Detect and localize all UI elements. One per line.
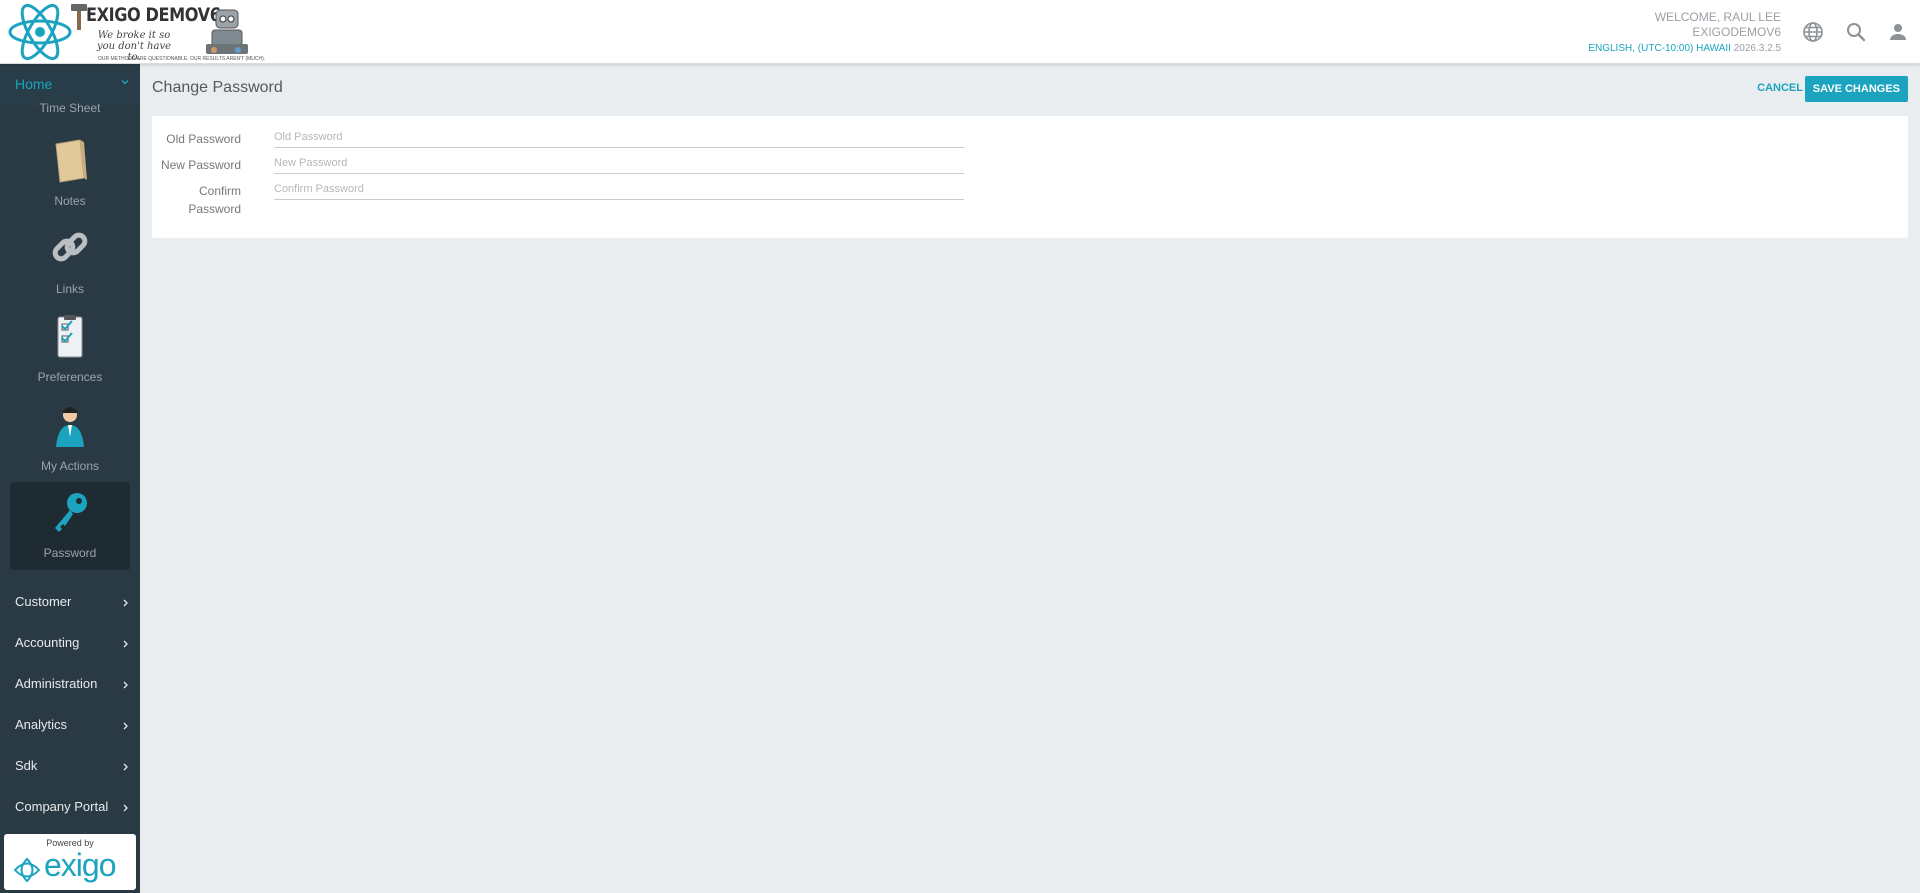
notes-icon (55, 139, 87, 183)
app-tile-label: Password (43, 546, 97, 560)
sidebar-item-analytics[interactable]: Analytics (0, 705, 140, 746)
chevron-down-icon (121, 80, 129, 85)
sidebar-item-customer[interactable]: Customer (0, 582, 140, 623)
new-password-field[interactable] (274, 152, 964, 174)
sidebar-item-sdk[interactable]: Sdk (0, 746, 140, 787)
app-tile-password[interactable]: Password (10, 482, 130, 570)
sidebar-item-company-portal[interactable]: Company Portal (0, 787, 140, 828)
chevron-right-icon (123, 640, 128, 648)
app-tile-links[interactable]: Links (10, 218, 130, 306)
chevron-right-icon (123, 681, 128, 689)
app-tile-label: Preferences (37, 370, 103, 384)
confirm-password-label: Confirm Password (188, 184, 241, 216)
app-tile-notes[interactable]: Notes (10, 130, 130, 218)
old-password-label: Old Password (166, 132, 241, 146)
sidebar-item-label: Accounting (15, 635, 80, 650)
sidebar-item-label: Home (15, 76, 53, 92)
page-title: Change Password (152, 79, 283, 96)
sidebar-item-label: Sdk (15, 758, 38, 773)
main-content: Change Password CANCEL SAVE CHANGES Old … (140, 64, 1920, 893)
locale-text[interactable]: ENGLISH, (UTC-10:00) HAWAII (1588, 43, 1731, 54)
cancel-button[interactable]: CANCEL (1757, 82, 1803, 94)
app-tile-timesheet-label[interactable]: Time Sheet (0, 101, 140, 115)
logo-fine-print: OUR METHODS ARE QUESTIONABLE. OUR RESULT… (98, 56, 266, 62)
sidebar-item-label: Administration (15, 676, 98, 691)
app-tile-my-actions[interactable]: My Actions (10, 395, 130, 483)
new-password-label: New Password (160, 158, 241, 172)
powered-by-badge[interactable]: Powered by exigo (4, 834, 136, 890)
save-changes-button[interactable]: SAVE CHANGES (1804, 76, 1908, 102)
company-logo[interactable]: EXIGO DEMOV6 We broke it so you don't ha… (4, 0, 265, 64)
globe-icon[interactable] (1801, 20, 1825, 44)
user-icon[interactable] (1886, 20, 1910, 44)
sidebar: Home Time Sheet Notes Links Preferences … (0, 64, 140, 893)
app-tile-label: Links (55, 282, 84, 296)
sidebar-item-label: Customer (15, 594, 72, 609)
top-header: EXIGO DEMOV6 We broke it so you don't ha… (0, 0, 1920, 64)
chevron-right-icon (123, 763, 128, 771)
key-icon (55, 493, 87, 532)
old-password-field[interactable] (274, 126, 964, 148)
chevron-right-icon (123, 599, 128, 607)
search-icon[interactable] (1844, 20, 1868, 44)
links-icon (52, 232, 88, 262)
company-name: EXIGODEMOV6 (1692, 25, 1781, 39)
exigo-wordmark: exigo (44, 847, 116, 883)
chevron-right-icon (123, 722, 128, 730)
app-tile-label: My Actions (40, 459, 100, 473)
robot-icon (206, 9, 248, 54)
locale-line[interactable]: ENGLISH, (UTC-10:00) HAWAII 2026.3.2.5 (1588, 41, 1781, 56)
user-info: WELCOME, RAUL LEE EXIGODEMOV6 ENGLISH, (… (1588, 10, 1781, 56)
exigo-mark-icon (13, 857, 41, 883)
version-text: 2026.3.2.5 (1733, 43, 1781, 54)
change-password-form: Old Password New Password Confirm Passwo… (152, 116, 1908, 238)
sidebar-item-label: Company Portal (15, 799, 109, 814)
sidebar-item-administration[interactable]: Administration (0, 664, 140, 705)
logo-title: EXIGO DEMOV6 (86, 4, 221, 26)
welcome-text: WELCOME, RAUL LEE (1654, 10, 1781, 24)
app-tile-label: Notes (54, 194, 86, 208)
chevron-right-icon (123, 804, 128, 812)
my-actions-icon (56, 407, 84, 447)
sidebar-item-label: Analytics (15, 717, 68, 732)
sidebar-item-accounting[interactable]: Accounting (0, 623, 140, 664)
atom-logo-icon (8, 3, 72, 61)
confirm-password-field[interactable] (274, 178, 964, 200)
sidebar-item-home[interactable]: Home (0, 64, 140, 106)
app-tile-preferences[interactable]: Preferences (10, 306, 130, 394)
preferences-icon (57, 315, 83, 358)
